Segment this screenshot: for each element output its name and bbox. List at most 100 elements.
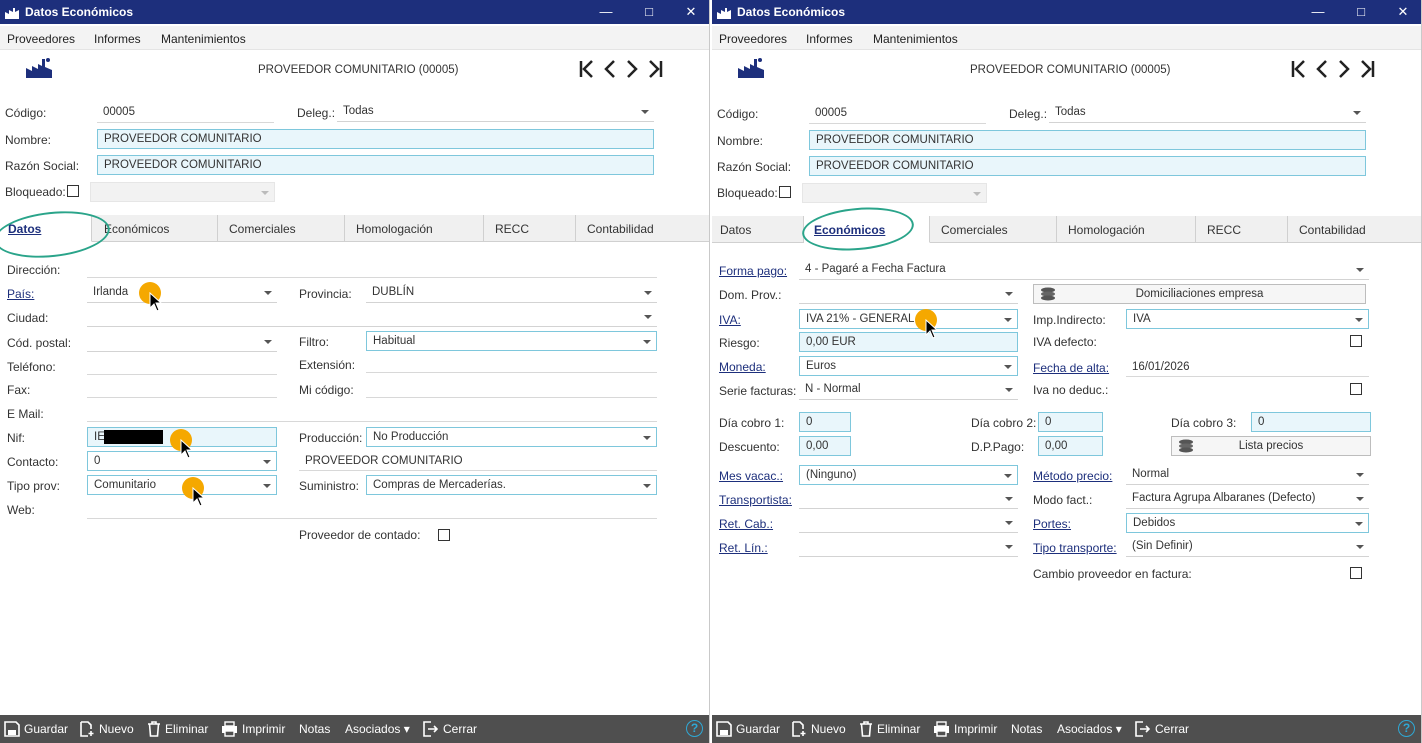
tab-comerciales[interactable]: Comerciales <box>930 216 1057 243</box>
nombre-field[interactable]: PROVEEDOR COMUNITARIO <box>97 129 654 149</box>
tab-economicos[interactable]: Económicos <box>92 215 218 242</box>
domiciliaciones-button[interactable]: Domiciliaciones empresa <box>1033 284 1366 304</box>
ret-cab-select[interactable] <box>799 513 1018 533</box>
portes-select[interactable]: Debidos <box>1126 513 1369 533</box>
tab-contabilidad[interactable]: Contabilidad <box>576 215 709 242</box>
web-field[interactable] <box>87 518 657 519</box>
save-button[interactable]: Guardar <box>736 722 780 736</box>
iva-no-deduc-checkbox[interactable] <box>1350 383 1362 395</box>
forma-pago-select[interactable]: 4 - Pagaré a Fecha Factura <box>799 260 1369 280</box>
close-form-button[interactable]: Cerrar <box>1155 722 1189 736</box>
fecha-alta-label[interactable]: Fecha de alta: <box>1033 361 1109 375</box>
notes-button[interactable]: Notas <box>1011 722 1042 736</box>
minimize-button[interactable]: — <box>1307 2 1329 22</box>
nombre-field[interactable]: PROVEEDOR COMUNITARIO <box>809 130 1366 150</box>
bloqueado-checkbox[interactable] <box>67 185 79 197</box>
transportista-select[interactable] <box>799 489 1018 509</box>
deleg-select[interactable]: Todas <box>1049 103 1366 123</box>
contado-checkbox[interactable] <box>438 529 450 541</box>
menu-proveedores[interactable]: Proveedores <box>7 32 75 46</box>
associated-button[interactable]: Asociados ▾ <box>1057 722 1122 736</box>
maximize-button[interactable]: □ <box>638 2 660 22</box>
prev-icon[interactable] <box>1312 58 1332 80</box>
menu-mantenimientos[interactable]: Mantenimientos <box>161 32 246 46</box>
delete-button[interactable]: Eliminar <box>165 722 208 736</box>
cambio-proveedor-checkbox[interactable] <box>1350 567 1362 579</box>
close-button[interactable]: ✕ <box>680 2 702 22</box>
tab-recc[interactable]: RECC <box>484 215 576 242</box>
ret-lin-select[interactable] <box>799 537 1018 557</box>
menu-informes[interactable]: Informes <box>94 32 141 46</box>
minimize-button[interactable]: — <box>595 2 617 22</box>
iva-select[interactable]: IVA 21% - GENERAL <box>799 309 1018 329</box>
first-icon[interactable] <box>1289 58 1309 80</box>
portes-label[interactable]: Portes: <box>1033 517 1071 531</box>
dp-pago-field[interactable]: 0,00 <box>1038 436 1103 456</box>
help-icon[interactable]: ? <box>686 720 703 737</box>
fecha-alta-value[interactable]: 16/01/2026 <box>1132 361 1190 373</box>
provincia-select[interactable]: DUBLÍN <box>366 283 657 303</box>
mes-vacac-select[interactable]: (Ninguno) <box>799 465 1018 485</box>
first-icon[interactable] <box>577 58 597 80</box>
filtro-select[interactable]: Habitual <box>366 331 657 351</box>
moneda-select[interactable]: Euros <box>799 356 1018 376</box>
next-icon[interactable] <box>1334 58 1354 80</box>
tab-homologacion[interactable]: Homologación <box>1057 216 1196 243</box>
email-field[interactable] <box>87 421 657 422</box>
extension-field[interactable] <box>366 372 657 373</box>
dia-cobro-3-field[interactable]: 0 <box>1251 412 1371 432</box>
bloqueado-checkbox[interactable] <box>779 186 791 198</box>
mes-vacac-label[interactable]: Mes vacac.: <box>719 469 783 483</box>
moneda-label[interactable]: Moneda: <box>719 360 766 374</box>
next-icon[interactable] <box>622 58 642 80</box>
maximize-button[interactable]: □ <box>1350 2 1372 22</box>
dia-cobro-1-field[interactable]: 0 <box>799 412 851 432</box>
forma-pago-label[interactable]: Forma pago: <box>719 264 787 278</box>
iva-defecto-checkbox[interactable] <box>1350 335 1362 347</box>
associated-button[interactable]: Asociados ▾ <box>345 722 410 736</box>
tab-homologacion[interactable]: Homologación <box>345 215 484 242</box>
dia-cobro-2-field[interactable]: 0 <box>1038 412 1103 432</box>
cp-select[interactable] <box>87 332 277 352</box>
pais-label[interactable]: País: <box>7 287 34 301</box>
suministro-select[interactable]: Compras de Mercaderías. <box>366 475 657 495</box>
telefono-field[interactable] <box>87 374 277 375</box>
ciudad-select[interactable] <box>87 307 657 327</box>
transportista-label[interactable]: Transportista: <box>719 493 792 507</box>
close-button[interactable]: ✕ <box>1392 2 1414 22</box>
close-form-button[interactable]: Cerrar <box>443 722 477 736</box>
menu-mantenimientos[interactable]: Mantenimientos <box>873 32 958 46</box>
last-icon[interactable] <box>645 58 665 80</box>
tab-comerciales[interactable]: Comerciales <box>218 215 345 242</box>
direccion-field[interactable] <box>87 277 657 278</box>
delete-button[interactable]: Eliminar <box>877 722 920 736</box>
riesgo-field[interactable]: 0,00 EUR <box>799 332 1018 352</box>
razon-social-field[interactable]: PROVEEDOR COMUNITARIO <box>809 156 1366 176</box>
menu-proveedores[interactable]: Proveedores <box>719 32 787 46</box>
mi-codigo-field[interactable] <box>366 397 657 398</box>
menu-informes[interactable]: Informes <box>806 32 853 46</box>
razon-social-field[interactable]: PROVEEDOR COMUNITARIO <box>97 155 654 175</box>
new-button[interactable]: Nuevo <box>811 722 846 736</box>
ret-cab-label[interactable]: Ret. Cab.: <box>719 517 773 531</box>
iva-label[interactable]: IVA: <box>719 313 741 327</box>
pais-select[interactable]: Irlanda <box>87 283 277 303</box>
help-icon[interactable]: ? <box>1398 720 1415 737</box>
produccion-select[interactable]: No Producción <box>366 427 657 447</box>
ret-lin-label[interactable]: Ret. Lín.: <box>719 541 768 555</box>
save-button[interactable]: Guardar <box>24 722 68 736</box>
prev-icon[interactable] <box>600 58 620 80</box>
deleg-select[interactable]: Todas <box>337 102 654 122</box>
dom-prov-select[interactable] <box>799 284 1018 304</box>
tipo-transporte-select[interactable]: (Sin Definir) <box>1126 537 1369 557</box>
codigo-value[interactable]: 00005 <box>103 106 135 118</box>
metodo-precio-select[interactable]: Normal <box>1126 465 1369 485</box>
tab-contabilidad[interactable]: Contabilidad <box>1288 216 1421 243</box>
last-icon[interactable] <box>1357 58 1377 80</box>
fax-field[interactable] <box>87 397 277 398</box>
codigo-value[interactable]: 00005 <box>815 107 847 119</box>
notes-button[interactable]: Notas <box>299 722 330 736</box>
print-button[interactable]: Imprimir <box>242 722 285 736</box>
tab-datos[interactable]: Datos <box>712 216 804 243</box>
tipo-transporte-label[interactable]: Tipo transporte: <box>1033 541 1117 555</box>
